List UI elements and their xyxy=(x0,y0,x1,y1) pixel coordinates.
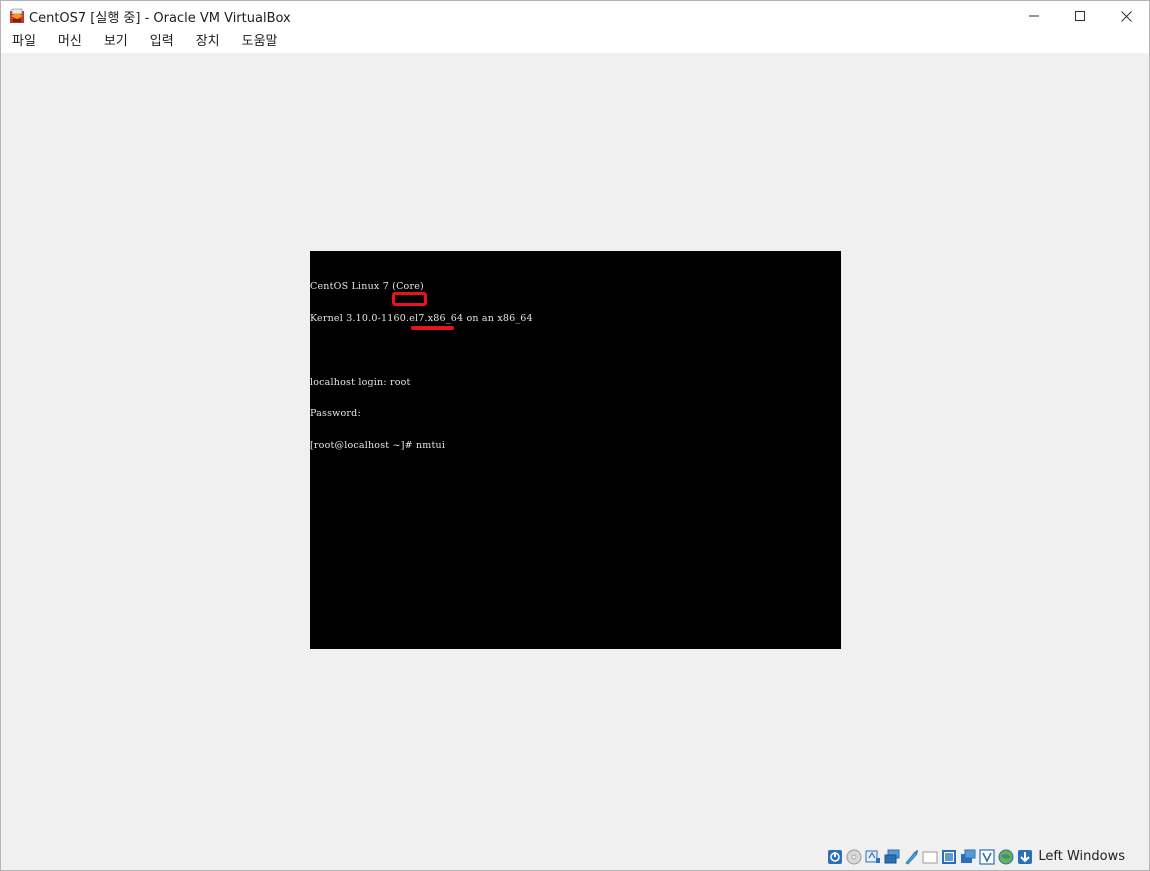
vm-screen[interactable]: CentOS Linux 7 (Core) Kernel 3.10.0-1160… xyxy=(310,251,841,649)
mouse-integration-icon[interactable] xyxy=(1017,849,1033,865)
virtualbox-app-icon xyxy=(9,8,25,24)
terminal-line: localhost login: root xyxy=(310,376,411,388)
vm-display-area[interactable]: CentOS Linux 7 (Core) Kernel 3.10.0-1160… xyxy=(1,53,1149,843)
shared-folders-icon[interactable] xyxy=(922,849,938,865)
maximize-icon xyxy=(1075,11,1085,21)
hard-disk-icon[interactable] xyxy=(827,849,843,865)
highlight-box-root xyxy=(392,292,427,306)
network-icon[interactable] xyxy=(884,849,900,865)
minimize-button[interactable] xyxy=(1011,1,1057,31)
close-button[interactable] xyxy=(1103,1,1149,31)
menu-input[interactable]: 입력 xyxy=(139,31,185,53)
status-bar: Left Windows xyxy=(1,843,1149,870)
window-title: CentOS7 [실행 중] - Oracle VM VirtualBox xyxy=(29,10,291,26)
optical-drive-icon[interactable] xyxy=(846,849,862,865)
menu-file[interactable]: 파일 xyxy=(1,31,47,53)
cpu-vt-icon[interactable] xyxy=(998,849,1014,865)
audio-icon[interactable] xyxy=(865,849,881,865)
display-icon[interactable] xyxy=(941,849,957,865)
highlight-underline-nmtui xyxy=(411,326,454,330)
menu-help[interactable]: 도움말 xyxy=(231,31,289,53)
recording-icon[interactable] xyxy=(979,848,995,865)
usb-icon[interactable] xyxy=(903,849,919,865)
video-capture-icon[interactable] xyxy=(960,849,976,865)
window-controls xyxy=(1011,1,1149,31)
minimize-icon xyxy=(1029,15,1039,17)
menu-devices[interactable]: 장치 xyxy=(185,31,231,53)
title-bar[interactable]: CentOS7 [실행 중] - Oracle VM VirtualBox xyxy=(1,1,1149,31)
menu-bar: 파일 머신 보기 입력 장치 도움말 xyxy=(1,31,1149,53)
terminal-line: Password: xyxy=(310,408,361,420)
terminal-line: Kernel 3.10.0-1160.el7.x86_64 on an x86_… xyxy=(310,312,533,324)
maximize-button[interactable] xyxy=(1057,1,1103,31)
menu-view[interactable]: 보기 xyxy=(93,31,139,53)
menu-machine[interactable]: 머신 xyxy=(47,31,93,53)
host-key-label[interactable]: Left Windows xyxy=(1038,849,1125,864)
terminal-line: [root@localhost ~]# nmtui xyxy=(310,440,446,452)
close-icon xyxy=(1120,10,1132,22)
